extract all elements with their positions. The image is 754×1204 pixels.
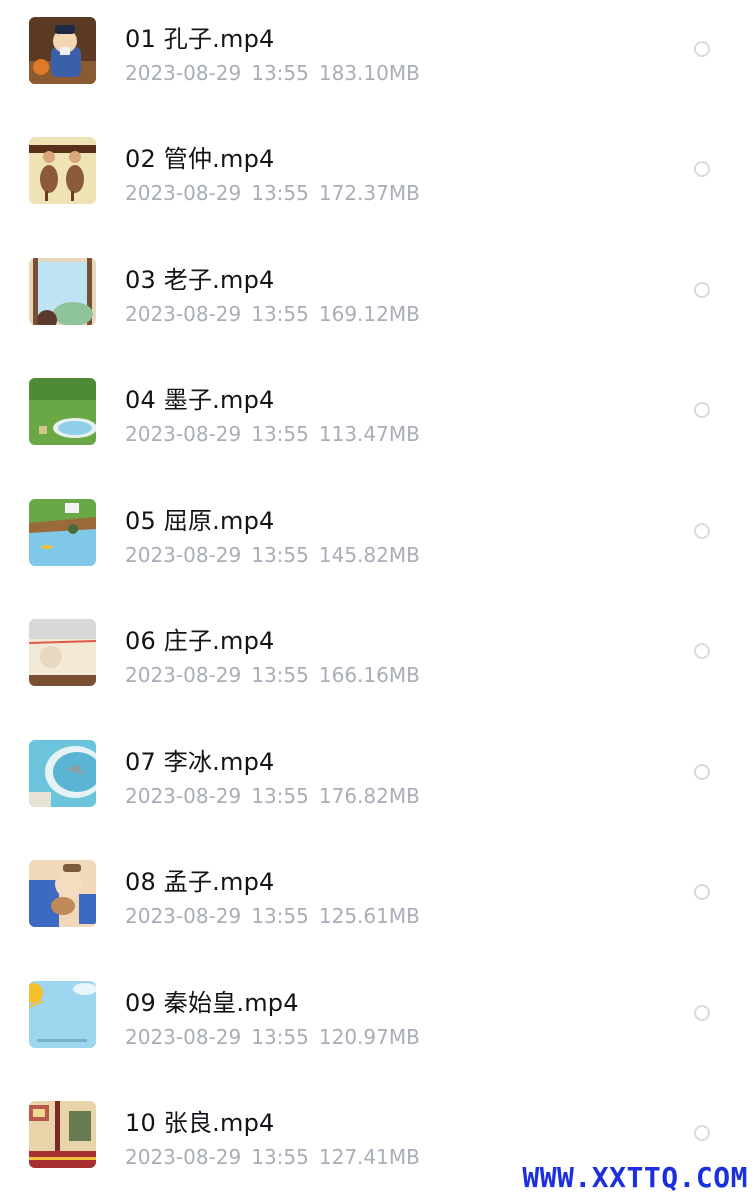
video-thumbnail [29,258,96,325]
file-time: 13:55 [251,663,309,687]
file-date: 2023-08-29 [125,302,242,326]
file-row[interactable]: 03 老子.mp4 2023-08-29 13:55 169.12MB [0,241,754,361]
file-time: 13:55 [251,422,309,446]
file-time: 13:55 [251,302,309,326]
file-time: 13:55 [251,543,309,567]
file-size: 113.47MB [318,422,420,446]
select-radio[interactable] [694,282,710,298]
file-name: 05 屈原.mp4 [125,507,275,535]
file-time: 13:55 [251,1145,309,1169]
file-row[interactable]: 06 庄子.mp4 2023-08-29 13:55 166.16MB [0,602,754,722]
file-meta: 2023-08-29 13:55 145.82MB [125,543,430,567]
file-date: 2023-08-29 [125,1145,242,1169]
file-name: 02 管仲.mp4 [125,145,275,173]
file-name: 04 墨子.mp4 [125,386,275,414]
file-size: 169.12MB [318,302,420,326]
file-date: 2023-08-29 [125,543,242,567]
file-name: 07 李冰.mp4 [125,748,275,776]
file-time: 13:55 [251,61,309,85]
select-radio[interactable] [694,161,710,177]
file-size: 166.16MB [318,663,420,687]
video-thumbnail [29,981,96,1048]
file-date: 2023-08-29 [125,784,242,808]
file-size: 172.37MB [318,181,420,205]
video-thumbnail [29,860,96,927]
file-meta: 2023-08-29 13:55 113.47MB [125,422,430,446]
file-name: 08 孟子.mp4 [125,868,275,896]
file-date: 2023-08-29 [125,181,242,205]
select-radio[interactable] [694,523,710,539]
select-radio[interactable] [694,884,710,900]
video-thumbnail [29,378,96,445]
file-date: 2023-08-29 [125,422,242,446]
file-size: 127.41MB [318,1145,420,1169]
file-meta: 2023-08-29 13:55 183.10MB [125,61,430,85]
file-meta: 2023-08-29 13:55 125.61MB [125,904,430,928]
file-size: 183.10MB [318,61,420,85]
file-size: 145.82MB [318,543,420,567]
select-radio[interactable] [694,1005,710,1021]
file-date: 2023-08-29 [125,663,242,687]
file-name: 09 秦始皇.mp4 [125,989,299,1017]
file-row[interactable]: 04 墨子.mp4 2023-08-29 13:55 113.47MB [0,361,754,481]
file-time: 13:55 [251,1025,309,1049]
file-name: 01 孔子.mp4 [125,25,275,53]
file-meta: 2023-08-29 13:55 172.37MB [125,181,430,205]
select-radio[interactable] [694,402,710,418]
video-thumbnail [29,619,96,686]
file-meta: 2023-08-29 13:55 169.12MB [125,302,430,326]
video-thumbnail [29,499,96,566]
file-row[interactable]: 02 管仲.mp4 2023-08-29 13:55 172.37MB [0,120,754,240]
file-name: 10 张良.mp4 [125,1109,275,1137]
file-meta: 2023-08-29 13:55 127.41MB [125,1145,430,1169]
file-date: 2023-08-29 [125,1025,242,1049]
watermark: WWW.XXTTQ.COM [522,1161,748,1194]
file-size: 125.61MB [318,904,420,928]
file-meta: 2023-08-29 13:55 176.82MB [125,784,430,808]
video-thumbnail [29,740,96,807]
file-time: 13:55 [251,181,309,205]
file-meta: 2023-08-29 13:55 120.97MB [125,1025,430,1049]
file-row[interactable]: 07 李冰.mp4 2023-08-29 13:55 176.82MB [0,723,754,843]
select-radio[interactable] [694,1125,710,1141]
file-row[interactable]: 05 屈原.mp4 2023-08-29 13:55 145.82MB [0,482,754,602]
file-size: 176.82MB [318,784,420,808]
file-time: 13:55 [251,784,309,808]
file-date: 2023-08-29 [125,904,242,928]
select-radio[interactable] [694,643,710,659]
file-row[interactable]: 01 孔子.mp4 2023-08-29 13:55 183.10MB [0,0,754,120]
file-row[interactable]: 09 秦始皇.mp4 2023-08-29 13:55 120.97MB [0,964,754,1084]
file-meta: 2023-08-29 13:55 166.16MB [125,663,430,687]
video-thumbnail [29,137,96,204]
file-time: 13:55 [251,904,309,928]
select-radio[interactable] [694,764,710,780]
file-name: 06 庄子.mp4 [125,627,275,655]
file-name: 03 老子.mp4 [125,266,275,294]
file-row[interactable]: 08 孟子.mp4 2023-08-29 13:55 125.61MB [0,843,754,963]
select-radio[interactable] [694,41,710,57]
file-size: 120.97MB [318,1025,420,1049]
video-thumbnail [29,17,96,84]
video-thumbnail [29,1101,96,1168]
file-date: 2023-08-29 [125,61,242,85]
